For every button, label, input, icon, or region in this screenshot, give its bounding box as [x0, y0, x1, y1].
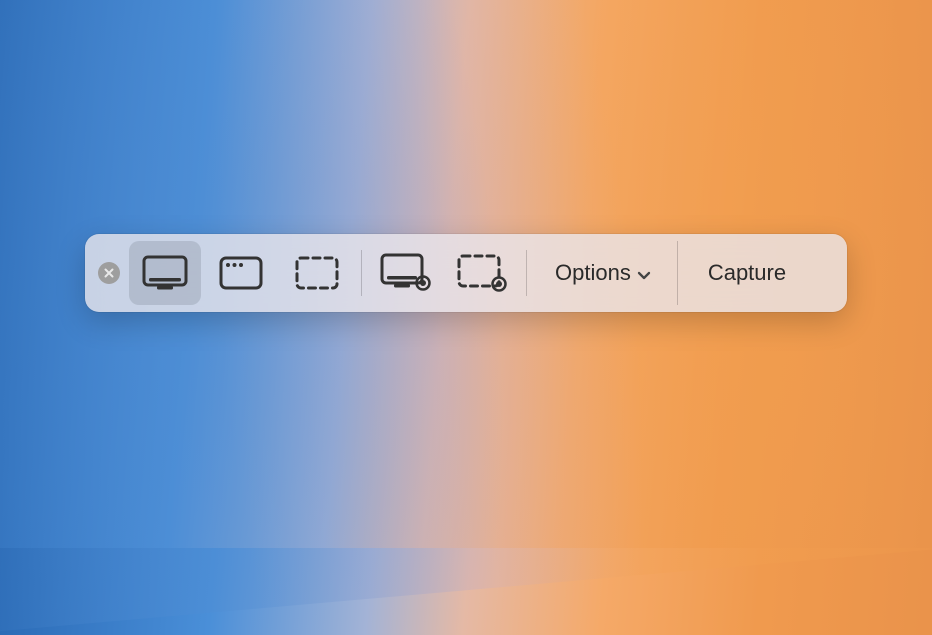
- capture-selected-window-button[interactable]: [205, 241, 277, 305]
- record-screen-icon: [380, 253, 432, 293]
- record-selected-portion-button[interactable]: [446, 241, 518, 305]
- close-icon: [98, 262, 120, 284]
- separator: [361, 250, 362, 296]
- capture-selected-portion-button[interactable]: [281, 241, 353, 305]
- record-entire-screen-button[interactable]: [370, 241, 442, 305]
- separator: [526, 250, 527, 296]
- options-button[interactable]: Options: [533, 241, 669, 305]
- screenshot-toolbar: Options Capture: [85, 234, 847, 312]
- capture-label: Capture: [708, 260, 786, 286]
- capture-entire-screen-button[interactable]: [129, 241, 201, 305]
- close-button[interactable]: [91, 234, 127, 312]
- options-label: Options: [555, 260, 631, 286]
- record-selection-icon: [456, 253, 508, 293]
- window-icon: [219, 256, 263, 290]
- screen-icon: [142, 255, 188, 291]
- chevron-down-icon: [637, 260, 651, 286]
- capture-button[interactable]: Capture: [677, 241, 816, 305]
- selection-icon: [294, 255, 340, 291]
